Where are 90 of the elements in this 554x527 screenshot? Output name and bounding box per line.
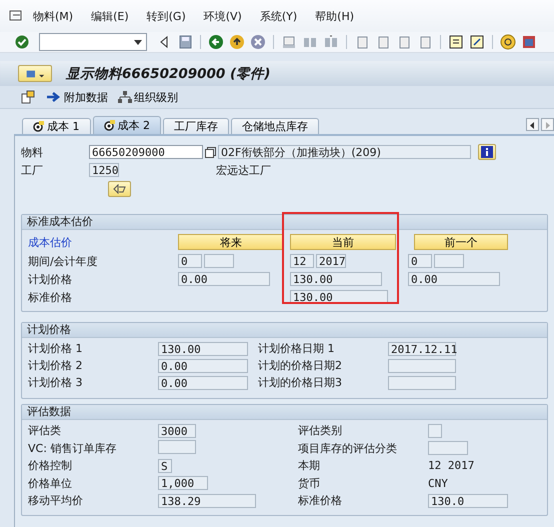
field-label: 工厂 <box>21 162 44 178</box>
field-label: VC: 销售订单库存 <box>28 440 118 456</box>
copy-icon[interactable] <box>205 146 216 158</box>
arrow-right-icon <box>46 91 62 103</box>
menu-button[interactable] <box>18 65 52 82</box>
planned-price-field: 0.00 <box>158 376 248 390</box>
planned-price-field: 0.00 <box>178 272 270 286</box>
field-label: 计划价格 3 <box>28 375 84 390</box>
field-label: 计划价格 2 <box>28 358 84 373</box>
year-field <box>434 254 464 268</box>
field-label: 本期 <box>298 458 321 474</box>
period-button[interactable]: 前一个 <box>414 234 508 250</box>
menu-item[interactable]: 系统(Y) <box>250 8 306 24</box>
hierarchy-icon <box>118 91 132 103</box>
additional-data-button[interactable]: 附加数据 <box>46 90 108 104</box>
value-field: 1,000 <box>158 476 208 490</box>
field-label: 评估类别 <box>298 423 343 438</box>
org-levels-button[interactable]: 组织级别 <box>118 90 178 104</box>
period-field: 0 <box>408 254 432 268</box>
field-label: 计划价格 <box>28 272 73 286</box>
period-field: 0 <box>178 254 202 268</box>
toggle-icon <box>112 184 126 194</box>
year-field <box>204 254 234 268</box>
field-label: 项目库存的评估分类 <box>298 440 398 456</box>
menu-item[interactable]: 编辑(E) <box>82 8 138 24</box>
date-field <box>388 358 456 372</box>
checkmark-icon[interactable] <box>14 34 30 50</box>
screen-menu-icon <box>25 68 45 80</box>
group-title: 计划价格 <box>22 323 547 338</box>
planned-price-field: 130.00 <box>290 272 382 286</box>
plant-name: 宏远达工厂 <box>216 162 271 178</box>
display-change-icon[interactable] <box>20 89 36 105</box>
status-icon <box>104 120 114 131</box>
period-button[interactable]: 将来 <box>178 234 284 250</box>
info-button[interactable] <box>478 144 496 160</box>
window-icon[interactable] <box>448 34 464 50</box>
period-field: 12 <box>290 254 314 268</box>
tab[interactable]: 工厂库存 <box>163 118 229 134</box>
menu-item[interactable]: 帮助(H) <box>306 8 364 24</box>
cancel-icon[interactable] <box>250 34 266 50</box>
value-field: 138.29 <box>158 494 256 508</box>
toggle-button[interactable] <box>108 181 131 197</box>
date-field: 2017.12.11 <box>388 342 456 356</box>
value-field: 3000 <box>158 424 196 438</box>
menu-item[interactable]: 环境(V) <box>194 8 251 24</box>
dropdown-arrow-icon <box>134 40 142 44</box>
tab[interactable]: 成本 2 <box>92 116 161 134</box>
value-field <box>428 441 468 456</box>
field-label: 价格控制 <box>28 458 73 474</box>
field-label: 物料 <box>21 144 44 160</box>
status-icon <box>33 121 44 132</box>
tab[interactable]: 成本 1 <box>22 118 90 134</box>
period-button[interactable]: 当前 <box>290 234 396 250</box>
field-label: 计划的价格日期3 <box>258 375 343 390</box>
save-icon[interactable] <box>177 34 193 50</box>
plant-field[interactable]: 1250 <box>89 163 119 177</box>
material-description: 02F衔铁部分（加推动块）(209) <box>218 145 471 159</box>
print-icon[interactable] <box>281 34 297 50</box>
planned-price-field: 0.00 <box>408 272 500 286</box>
value-field: S <box>158 458 172 473</box>
command-field[interactable] <box>39 33 147 51</box>
field-value: CNY <box>428 476 448 490</box>
field-label: 标准价格 <box>28 290 73 304</box>
material-field[interactable]: 66650209000 <box>89 145 203 159</box>
tab[interactable]: 仓储地点库存 <box>231 118 319 134</box>
scroll-left-button[interactable] <box>526 118 539 131</box>
planned-price-field: 0.00 <box>158 358 248 372</box>
menu-item[interactable]: 物料(M) <box>24 8 82 24</box>
field-label: 标准价格 <box>298 493 343 508</box>
menu-item[interactable]: 转到(G) <box>138 8 195 24</box>
cost-estimate-link[interactable]: 成本估价 <box>28 234 178 250</box>
group-title: 标准成本估价 <box>22 215 547 230</box>
window-title: 显示物料66650209000 (零件) <box>66 64 270 82</box>
field-label: 移动平均价 <box>28 493 84 508</box>
back-icon[interactable] <box>208 34 224 50</box>
value-field: 130.0 <box>428 494 508 508</box>
value-field <box>428 424 442 438</box>
field-label: 计划价格日期 1 <box>258 341 336 356</box>
field-label: 货币 <box>298 476 321 491</box>
field-value: 12 2017 <box>428 459 474 472</box>
year-field: 2017 <box>316 254 346 268</box>
group-title: 评估数据 <box>22 405 547 420</box>
field-label: 计划的价格日期2 <box>258 358 343 373</box>
value-field <box>158 440 196 454</box>
planned-price-field: 130.00 <box>158 342 248 356</box>
field-label: 计划价格 1 <box>28 341 84 356</box>
field-label: 价格单位 <box>28 476 73 491</box>
field-label: 评估类 <box>28 423 62 438</box>
field-label: 期间/会计年度 <box>28 254 99 268</box>
date-field <box>388 376 456 390</box>
